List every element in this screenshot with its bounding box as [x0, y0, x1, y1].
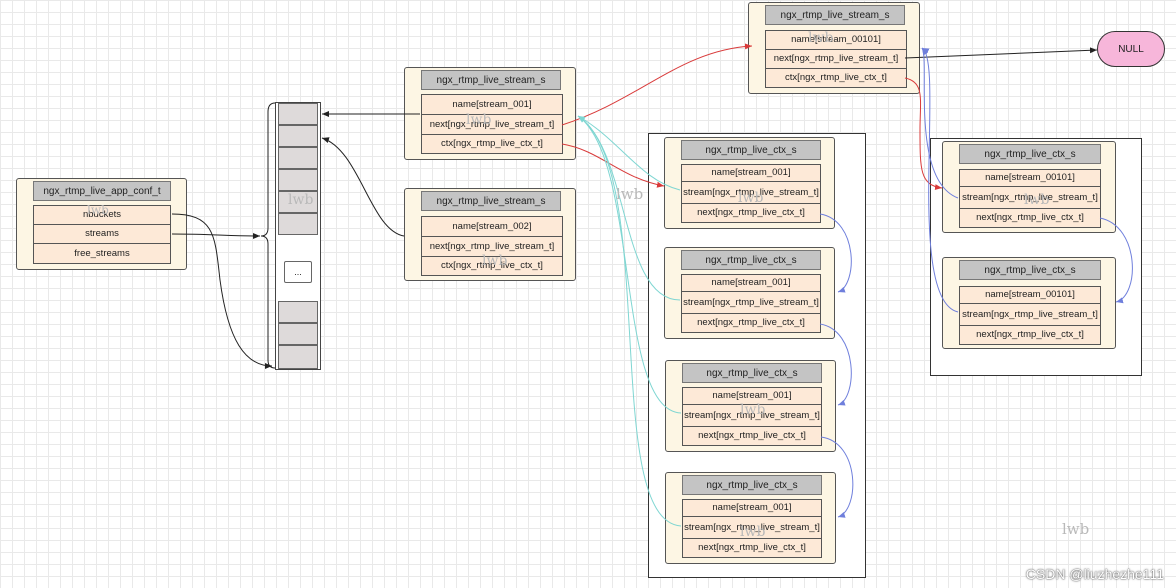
app-conf-struct: ngx_rtmp_live_app_conf_t nbuckets stream… — [16, 178, 187, 270]
ctx-00101-2-name: name[stream_00101] — [960, 287, 1100, 304]
watermark: lwb — [616, 185, 644, 203]
ctx-001-4-title: ngx_rtmp_live_ctx_s — [682, 475, 822, 495]
ctx-001-1-name: name[stream_001] — [682, 165, 820, 182]
link-nbuckets-to-table — [171, 213, 273, 369]
stream-00101-fields: name[stream_00101] next[ngx_rtmp_live_st… — [765, 30, 907, 88]
ctx-00101-1-title: ngx_rtmp_live_ctx_s — [959, 144, 1101, 164]
hash-bucket — [278, 213, 318, 235]
ctx-001-1-title: ngx_rtmp_live_ctx_s — [681, 140, 821, 160]
stream-00101-ctx: ctx[ngx_rtmp_live_ctx_t] — [785, 72, 887, 83]
watermark: lwb — [808, 30, 834, 46]
watermark: lwb — [87, 203, 109, 217]
hash-bucket — [278, 323, 318, 345]
stream-001-name: name[stream_001] — [422, 95, 562, 115]
ctx-00101-2-next: next[ngx_rtmp_live_ctx_t] — [976, 329, 1084, 340]
stream-001-fields: name[stream_001] next[ngx_rtmp_live_stre… — [421, 94, 563, 154]
ctx-001-2-name: name[stream_001] — [682, 275, 820, 292]
ctx-00101-2-title: ngx_rtmp_live_ctx_s — [959, 260, 1101, 280]
stream-002-name: name[stream_002] — [422, 217, 562, 237]
ctx-001-3-next: next[ngx_rtmp_live_ctx_t] — [698, 430, 806, 441]
ctx-001-2-fields: name[stream_001] stream[ngx_rtmp_live_st… — [681, 274, 821, 333]
hash-bucket — [278, 345, 318, 369]
stream-00101-title: ngx_rtmp_live_stream_s — [765, 5, 905, 25]
watermark: lwb — [482, 253, 508, 269]
hash-table: ... — [275, 102, 321, 370]
hash-bucket — [278, 169, 318, 191]
null-node: NULL — [1097, 31, 1165, 67]
ctx-00101-1-name: name[stream_00101] — [960, 170, 1100, 187]
watermark: lwb — [288, 192, 314, 208]
app-conf-title: ngx_rtmp_live_app_conf_t — [33, 181, 171, 201]
ctx-001-4-name: name[stream_001] — [683, 500, 821, 517]
csdn-credit: CSDN @liuzhezhe111 — [1025, 566, 1164, 582]
watermark: lwb — [466, 112, 492, 128]
hash-bucket — [278, 301, 318, 323]
ctx-00101-2-stream: stream[ngx_rtmp_live_stream_t] — [960, 304, 1100, 326]
link-stream-00101-next — [904, 47, 1098, 59]
stream-001-title: ngx_rtmp_live_stream_s — [421, 70, 561, 90]
ctx-001-2-title: ngx_rtmp_live_ctx_s — [681, 250, 821, 270]
hash-bucket — [278, 125, 318, 147]
watermark: lwb — [738, 190, 764, 206]
ctx-00101-1-next: next[ngx_rtmp_live_ctx_t] — [976, 212, 1084, 223]
ctx-00101-1: ngx_rtmp_live_ctx_s name[stream_00101] s… — [942, 141, 1116, 233]
ctx-001-4-next: next[ngx_rtmp_live_ctx_t] — [698, 542, 806, 553]
hash-bucket — [278, 103, 318, 125]
watermark: lwb — [1024, 192, 1050, 208]
stream-00101-next: next[ngx_rtmp_live_stream_t] — [766, 50, 906, 69]
ctx-00101-2-fields: name[stream_00101] stream[ngx_rtmp_live_… — [959, 286, 1101, 345]
ctx-001-2-next: next[ngx_rtmp_live_ctx_t] — [697, 317, 805, 328]
watermark: lwb — [740, 524, 766, 540]
ctx-001-1-next: next[ngx_rtmp_live_ctx_t] — [697, 207, 805, 218]
stream-00101-name: name[stream_00101] — [766, 31, 906, 50]
hash-ellipsis: ... — [284, 261, 312, 283]
ctx-001-4: ngx_rtmp_live_ctx_s name[stream_001] str… — [665, 472, 836, 564]
ctx-00101-2: ngx_rtmp_live_ctx_s name[stream_00101] s… — [942, 257, 1116, 349]
stream-002-title: ngx_rtmp_live_stream_s — [421, 191, 561, 211]
stream-00101-struct: ngx_rtmp_live_stream_s name[stream_00101… — [748, 2, 920, 94]
watermark: lwb — [1062, 520, 1090, 538]
ctx-001-2-stream: stream[ngx_rtmp_live_stream_t] — [682, 292, 820, 314]
hash-bucket — [278, 147, 318, 169]
ctx-001-1: ngx_rtmp_live_ctx_s name[stream_001] str… — [664, 137, 835, 229]
hash-bracket — [260, 102, 276, 369]
ctx-001-3-title: ngx_rtmp_live_ctx_s — [682, 363, 822, 383]
field-streams: streams — [34, 225, 170, 244]
link-stream-001-next — [561, 43, 753, 126]
stream-001-ctx: ctx[ngx_rtmp_live_ctx_t] — [441, 138, 543, 149]
link-stream-002-to-bucket — [321, 137, 405, 237]
watermark: lwb — [740, 402, 766, 418]
ctx-001-2: ngx_rtmp_live_ctx_s name[stream_001] str… — [664, 247, 835, 339]
stream-001-next: next[ngx_rtmp_live_stream_t] — [422, 115, 562, 135]
field-free-streams: free_streams — [74, 247, 130, 259]
